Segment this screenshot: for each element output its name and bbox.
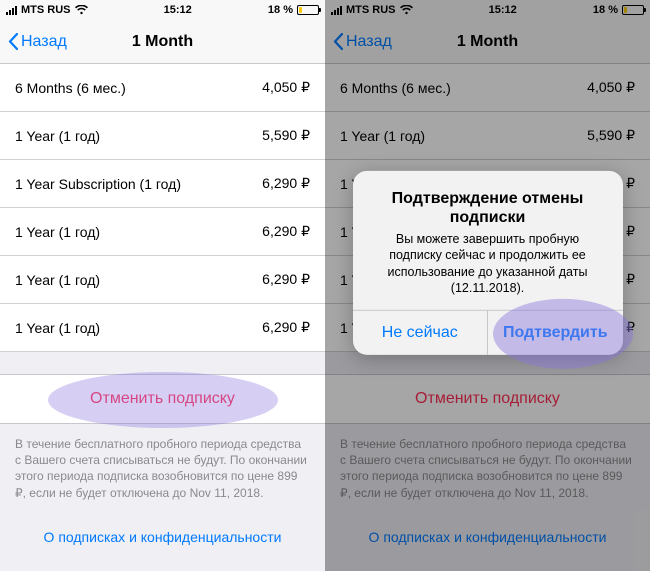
confirm-cancel-alert: Подтверждение отмены подписки Вы можете … — [353, 170, 623, 354]
status-bar: MTS RUS 15:12 18 % — [0, 0, 325, 20]
wifi-icon — [75, 5, 88, 15]
alert-message: Вы можете завершить пробную подписку сей… — [369, 231, 607, 296]
battery-icon — [297, 5, 319, 15]
clock: 15:12 — [164, 4, 192, 16]
alert-confirm-button[interactable]: Подтвердить — [487, 311, 623, 355]
list-item[interactable]: 1 Year (1 год)6,290 ₽ — [0, 256, 325, 304]
list-item[interactable]: 1 Year (1 год)6,290 ₽ — [0, 208, 325, 256]
page-title: 1 Month — [132, 33, 193, 51]
nav-bar: Назад 1 Month — [0, 20, 325, 64]
list-item[interactable]: 1 Year (1 год)5,590 ₽ — [0, 112, 325, 160]
right-screen: MTS RUS 15:12 18 % Назад 1 Month 6 Month… — [325, 0, 650, 571]
signal-icon — [6, 6, 17, 15]
subscription-list: 6 Months (6 мес.)4,050 ₽ 1 Year (1 год)5… — [0, 64, 325, 352]
footer-text: В течение бесплатного пробного периода с… — [0, 424, 325, 513]
list-item[interactable]: 1 Year Subscription (1 год)6,290 ₽ — [0, 160, 325, 208]
left-screen: MTS RUS 15:12 18 % Назад 1 Month 6 Month… — [0, 0, 325, 571]
list-item[interactable]: 6 Months (6 мес.)4,050 ₽ — [0, 64, 325, 112]
carrier-label: MTS RUS — [21, 4, 71, 16]
back-button[interactable]: Назад — [8, 33, 67, 51]
about-subscriptions-link[interactable]: О подписках и конфиденциальности — [0, 513, 325, 561]
battery-pct: 18 % — [268, 4, 293, 16]
alert-title: Подтверждение отмены подписки — [369, 188, 607, 226]
list-item[interactable]: 1 Year (1 год)6,290 ₽ — [0, 304, 325, 352]
alert-not-now-button[interactable]: Не сейчас — [353, 311, 488, 355]
cancel-subscription-button[interactable]: Отменить подписку — [0, 374, 325, 424]
back-label: Назад — [21, 33, 67, 51]
